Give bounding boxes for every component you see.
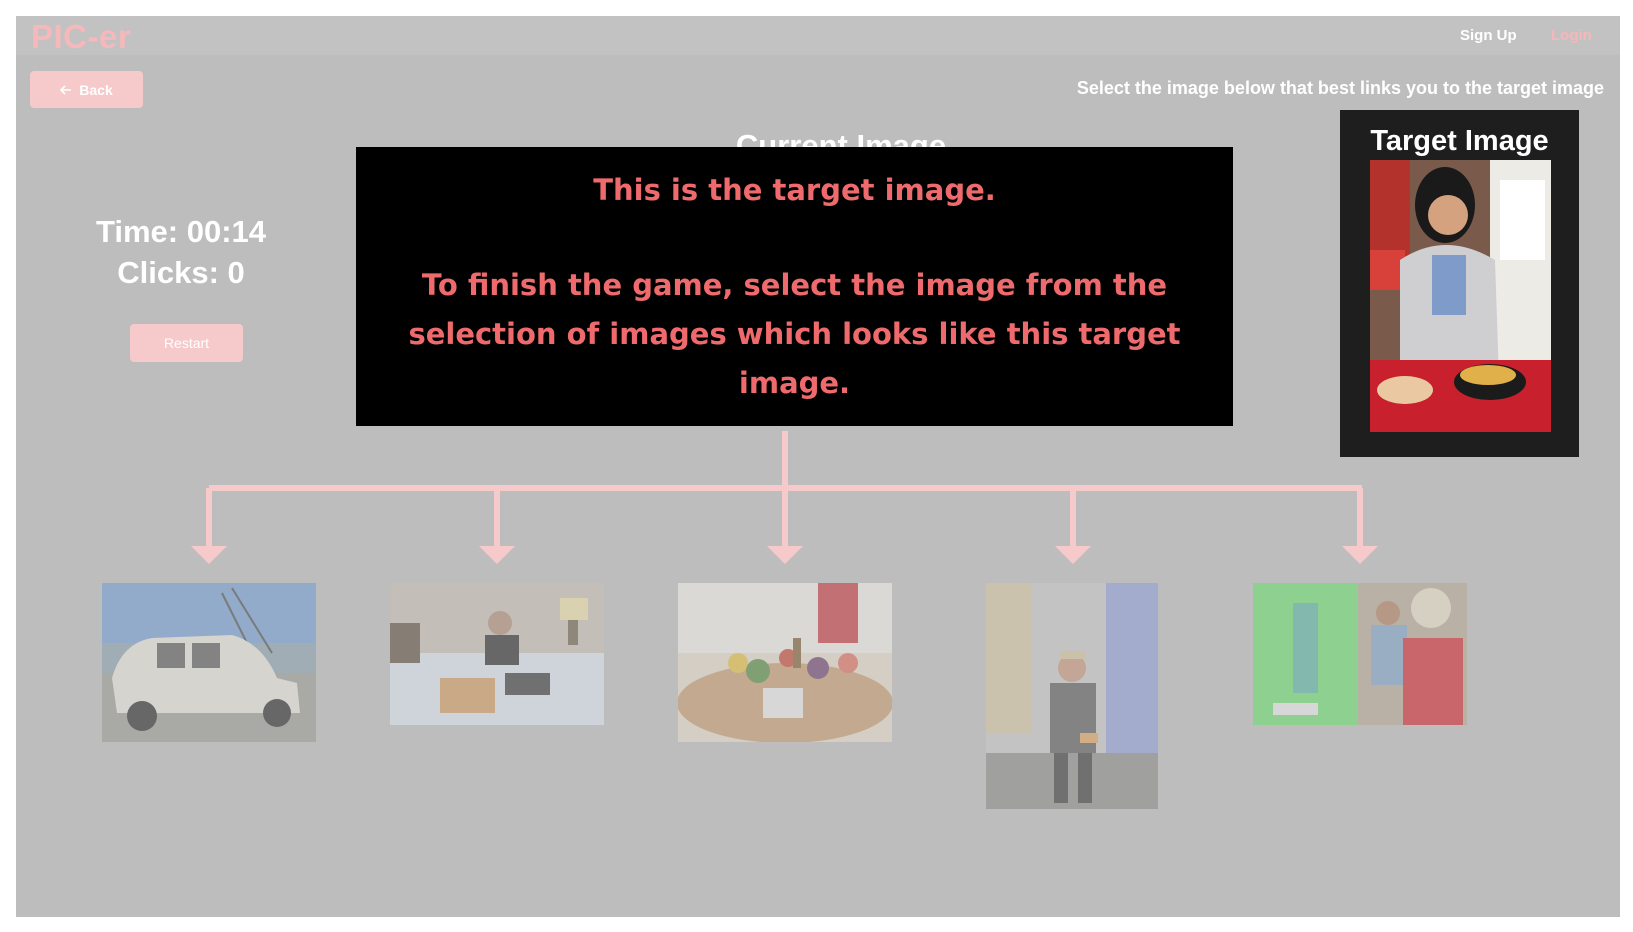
option-image-bedroom[interactable]	[390, 583, 604, 725]
target-image	[1370, 160, 1551, 432]
tutorial-overlay: This is the target image. To finish the …	[356, 147, 1233, 426]
option-image-office[interactable]	[1253, 583, 1467, 725]
overlay-body: To finish the game, select the image fro…	[408, 267, 1181, 400]
target-image-panel: Target Image	[1340, 110, 1579, 457]
option-image-car[interactable]	[102, 583, 316, 742]
option-image-groceries[interactable]	[678, 583, 892, 742]
game-page: PIC-er Sign Up Login Back Select the ima…	[16, 16, 1620, 917]
target-image-title: Target Image	[1370, 125, 1549, 157]
overlay-heading: This is the target image.	[593, 172, 996, 207]
option-image-street-man[interactable]	[986, 583, 1158, 809]
